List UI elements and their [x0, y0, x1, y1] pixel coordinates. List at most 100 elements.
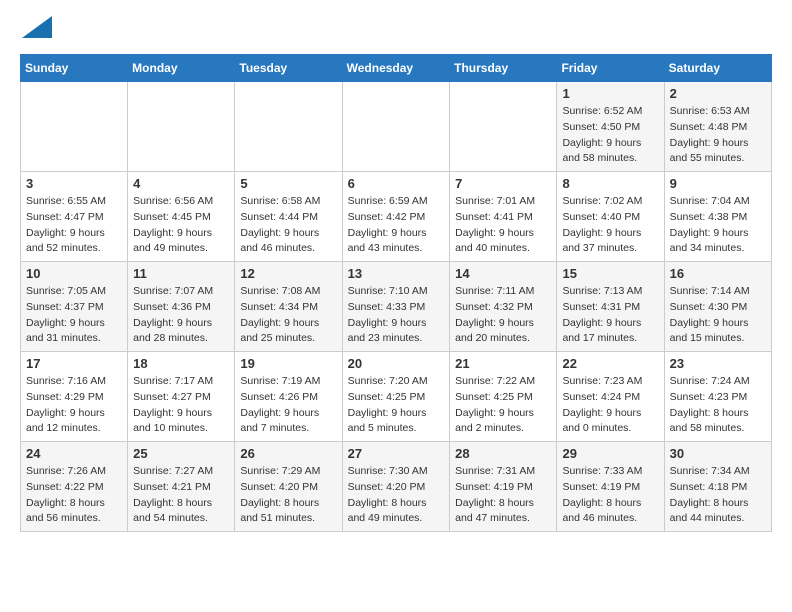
- day-number: 8: [562, 176, 658, 191]
- calendar-cell: 4 Sunrise: 6:56 AMSunset: 4:45 PMDaylight…: [128, 172, 235, 262]
- calendar-week-row: 1 Sunrise: 6:52 AMSunset: 4:50 PMDaylight…: [21, 82, 772, 172]
- day-info: Sunrise: 7:19 AMSunset: 4:26 PMDaylight:…: [240, 374, 336, 437]
- calendar-week-row: 17 Sunrise: 7:16 AMSunset: 4:29 PMDayligh…: [21, 352, 772, 442]
- day-number: 6: [348, 176, 445, 191]
- day-number: 14: [455, 266, 551, 281]
- calendar-cell: 27Sunrise: 7:30 AMSunset: 4:20 PMDayligh…: [342, 442, 450, 532]
- weekday-header: Wednesday: [342, 55, 450, 82]
- day-number: 21: [455, 356, 551, 371]
- day-number: 4: [133, 176, 229, 191]
- calendar-cell: 22Sunrise: 7:23 AMSunset: 4:24 PMDayligh…: [557, 352, 664, 442]
- day-info: Sunrise: 6:56 AMSunset: 4:45 PMDaylight:…: [133, 194, 229, 257]
- day-info: Sunrise: 7:08 AMSunset: 4:34 PMDaylight:…: [240, 284, 336, 347]
- calendar-cell: 12Sunrise: 7:08 AMSunset: 4:34 PMDayligh…: [235, 262, 342, 352]
- day-number: 11: [133, 266, 229, 281]
- weekday-header: Saturday: [664, 55, 771, 82]
- day-info: Sunrise: 7:14 AMSunset: 4:30 PMDaylight:…: [670, 284, 766, 347]
- day-info: Sunrise: 7:26 AMSunset: 4:22 PMDaylight:…: [26, 464, 122, 527]
- weekday-header: Tuesday: [235, 55, 342, 82]
- day-info: Sunrise: 7:02 AMSunset: 4:40 PMDaylight:…: [562, 194, 658, 257]
- day-number: 15: [562, 266, 658, 281]
- day-number: 26: [240, 446, 336, 461]
- calendar-cell: 5 Sunrise: 6:58 AMSunset: 4:44 PMDaylight…: [235, 172, 342, 262]
- day-info: Sunrise: 7:24 AMSunset: 4:23 PMDaylight:…: [670, 374, 766, 437]
- calendar-cell: 14 Sunrise: 7:11 AMSunset: 4:32 PMDayligh…: [450, 262, 557, 352]
- day-info: Sunrise: 7:30 AMSunset: 4:20 PMDaylight:…: [348, 464, 445, 527]
- calendar-week-row: 10 Sunrise: 7:05 AMSunset: 4:37 PMDayligh…: [21, 262, 772, 352]
- calendar-cell: 21 Sunrise: 7:22 AMSunset: 4:25 PMDayligh…: [450, 352, 557, 442]
- weekday-header: Monday: [128, 55, 235, 82]
- day-number: 9: [670, 176, 766, 191]
- day-number: 24: [26, 446, 122, 461]
- calendar-cell: 8 Sunrise: 7:02 AMSunset: 4:40 PMDaylight…: [557, 172, 664, 262]
- weekday-header: Thursday: [450, 55, 557, 82]
- day-number: 13: [348, 266, 445, 281]
- calendar-table: SundayMondayTuesdayWednesdayThursdayFrid…: [20, 54, 772, 532]
- day-info: Sunrise: 7:31 AMSunset: 4:19 PMDaylight:…: [455, 464, 551, 527]
- day-number: 28: [455, 446, 551, 461]
- calendar-cell: 23 Sunrise: 7:24 AMSunset: 4:23 PMDayligh…: [664, 352, 771, 442]
- day-info: Sunrise: 7:11 AMSunset: 4:32 PMDaylight:…: [455, 284, 551, 347]
- day-info: Sunrise: 7:16 AMSunset: 4:29 PMDaylight:…: [26, 374, 122, 437]
- day-number: 18: [133, 356, 229, 371]
- calendar-cell: 15 Sunrise: 7:13 AMSunset: 4:31 PMDayligh…: [557, 262, 664, 352]
- logo: [20, 20, 52, 38]
- calendar-cell: 29 Sunrise: 7:33 AMSunset: 4:19 PMDayligh…: [557, 442, 664, 532]
- weekday-header: Friday: [557, 55, 664, 82]
- weekday-header: Sunday: [21, 55, 128, 82]
- calendar-cell: 16 Sunrise: 7:14 AMSunset: 4:30 PMDayligh…: [664, 262, 771, 352]
- day-number: 29: [562, 446, 658, 461]
- calendar-header-row: SundayMondayTuesdayWednesdayThursdayFrid…: [21, 55, 772, 82]
- day-number: 22: [562, 356, 658, 371]
- calendar-cell: [342, 82, 450, 172]
- day-info: Sunrise: 7:22 AMSunset: 4:25 PMDaylight:…: [455, 374, 551, 437]
- calendar-cell: 10 Sunrise: 7:05 AMSunset: 4:37 PMDayligh…: [21, 262, 128, 352]
- day-info: Sunrise: 7:13 AMSunset: 4:31 PMDaylight:…: [562, 284, 658, 347]
- day-number: 23: [670, 356, 766, 371]
- calendar-cell: 24 Sunrise: 7:26 AMSunset: 4:22 PMDayligh…: [21, 442, 128, 532]
- day-info: Sunrise: 7:29 AMSunset: 4:20 PMDaylight:…: [240, 464, 336, 527]
- day-number: 3: [26, 176, 122, 191]
- day-info: Sunrise: 7:27 AMSunset: 4:21 PMDaylight:…: [133, 464, 229, 527]
- day-number: 5: [240, 176, 336, 191]
- day-info: Sunrise: 7:34 AMSunset: 4:18 PMDaylight:…: [670, 464, 766, 527]
- day-number: 25: [133, 446, 229, 461]
- day-number: 7: [455, 176, 551, 191]
- calendar-week-row: 3 Sunrise: 6:55 AMSunset: 4:47 PMDaylight…: [21, 172, 772, 262]
- calendar-cell: 3 Sunrise: 6:55 AMSunset: 4:47 PMDaylight…: [21, 172, 128, 262]
- calendar-cell: [450, 82, 557, 172]
- calendar-cell: 6Sunrise: 6:59 AMSunset: 4:42 PMDaylight…: [342, 172, 450, 262]
- day-info: Sunrise: 7:20 AMSunset: 4:25 PMDaylight:…: [348, 374, 445, 437]
- day-info: Sunrise: 7:07 AMSunset: 4:36 PMDaylight:…: [133, 284, 229, 347]
- day-info: Sunrise: 7:01 AMSunset: 4:41 PMDaylight:…: [455, 194, 551, 257]
- calendar-cell: 25 Sunrise: 7:27 AMSunset: 4:21 PMDayligh…: [128, 442, 235, 532]
- day-number: 2: [670, 86, 766, 101]
- calendar-cell: [235, 82, 342, 172]
- day-number: 30: [670, 446, 766, 461]
- day-info: Sunrise: 6:58 AMSunset: 4:44 PMDaylight:…: [240, 194, 336, 257]
- day-info: Sunrise: 7:33 AMSunset: 4:19 PMDaylight:…: [562, 464, 658, 527]
- day-number: 1: [562, 86, 658, 101]
- day-info: Sunrise: 7:17 AMSunset: 4:27 PMDaylight:…: [133, 374, 229, 437]
- day-number: 10: [26, 266, 122, 281]
- day-number: 20: [348, 356, 445, 371]
- calendar-cell: [21, 82, 128, 172]
- page-header: [20, 20, 772, 38]
- calendar-cell: 30 Sunrise: 7:34 AMSunset: 4:18 PMDayligh…: [664, 442, 771, 532]
- day-info: Sunrise: 6:55 AMSunset: 4:47 PMDaylight:…: [26, 194, 122, 257]
- day-info: Sunrise: 6:53 AMSunset: 4:48 PMDaylight:…: [670, 104, 766, 167]
- calendar-cell: 11 Sunrise: 7:07 AMSunset: 4:36 PMDayligh…: [128, 262, 235, 352]
- calendar-cell: 1 Sunrise: 6:52 AMSunset: 4:50 PMDaylight…: [557, 82, 664, 172]
- calendar-cell: 17 Sunrise: 7:16 AMSunset: 4:29 PMDayligh…: [21, 352, 128, 442]
- day-info: Sunrise: 7:10 AMSunset: 4:33 PMDaylight:…: [348, 284, 445, 347]
- calendar-cell: 19Sunrise: 7:19 AMSunset: 4:26 PMDayligh…: [235, 352, 342, 442]
- calendar-cell: 13 Sunrise: 7:10 AMSunset: 4:33 PMDayligh…: [342, 262, 450, 352]
- day-info: Sunrise: 6:52 AMSunset: 4:50 PMDaylight:…: [562, 104, 658, 167]
- calendar-cell: 26 Sunrise: 7:29 AMSunset: 4:20 PMDayligh…: [235, 442, 342, 532]
- calendar-cell: [128, 82, 235, 172]
- day-number: 16: [670, 266, 766, 281]
- calendar-cell: 18 Sunrise: 7:17 AMSunset: 4:27 PMDayligh…: [128, 352, 235, 442]
- day-number: 17: [26, 356, 122, 371]
- calendar-cell: 2 Sunrise: 6:53 AMSunset: 4:48 PMDaylight…: [664, 82, 771, 172]
- day-info: Sunrise: 7:05 AMSunset: 4:37 PMDaylight:…: [26, 284, 122, 347]
